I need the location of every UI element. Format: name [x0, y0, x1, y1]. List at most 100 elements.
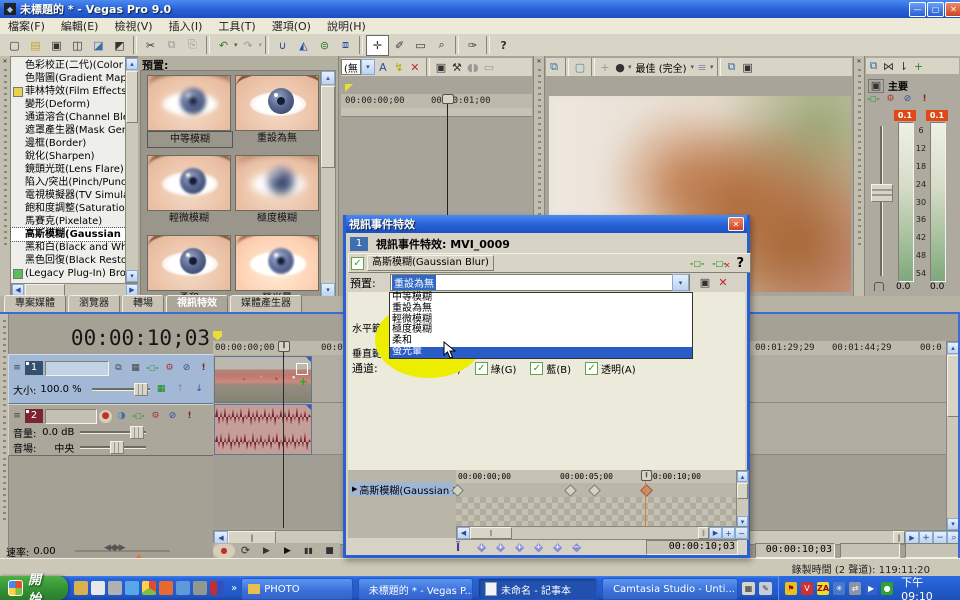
plugin-item-legacy[interactable]: (Legacy Plug-In) Broadc — [11, 267, 126, 280]
clip-indicator-right[interactable]: 0.1 — [926, 110, 948, 121]
scroll-up-icon[interactable]: ▴ — [321, 71, 335, 85]
track-1-name-field[interactable] — [45, 361, 109, 376]
close-panel-icon[interactable]: ✕ — [2, 58, 9, 65]
menu-edit[interactable]: 編輯(E) — [53, 17, 107, 35]
downmix-icon[interactable]: ⋈ — [881, 59, 896, 73]
overlays-dropdown-icon[interactable]: ▾ — [710, 63, 714, 71]
quicklaunch-folder-icon[interactable] — [74, 581, 88, 595]
invert-phase-icon[interactable]: ◑ — [114, 410, 129, 423]
plugin-item[interactable]: 飽和度調整(Saturation A — [11, 202, 126, 215]
plugin-item-gaussian-blur-selected[interactable]: 高斯模糊(Gaussian Blur) — [11, 228, 126, 241]
taskbar-item-photo[interactable]: PHOTO — [241, 578, 353, 600]
bus-solo-icon[interactable]: ! — [917, 92, 932, 105]
trimmer-frame-icon[interactable]: ▭ — [481, 58, 497, 77]
preset-slight-blur[interactable]: 輕微模糊 — [147, 155, 231, 226]
stop-button[interactable]: ■ — [319, 544, 340, 558]
track-1-number[interactable]: 1 — [25, 361, 43, 375]
keyframe-playhead-marker[interactable]: ‖ — [641, 470, 652, 481]
bus-mute-icon[interactable]: ⊘ — [900, 92, 915, 105]
plugin-item[interactable]: 鏡頭光斑(Lens Flare) — [11, 163, 126, 176]
keyframe-timecode-box[interactable]: 00:00:10;03 — [646, 540, 738, 555]
dim-output-icon[interactable]: ⇂ — [896, 59, 911, 73]
scroll-right-icon[interactable]: ▶ — [709, 527, 722, 539]
tray-volume-icon[interactable]: ● — [881, 582, 893, 595]
external-monitor-icon[interactable]: ▢ — [572, 58, 588, 77]
fx-enabled-checkbox[interactable]: ✓ — [351, 257, 364, 270]
track-solo-icon[interactable]: ! — [196, 362, 211, 375]
shuttle-handle[interactable]: ◀◀▶▶ — [104, 543, 124, 553]
dialog-close-icon[interactable]: ✕ — [728, 217, 744, 231]
dropdown-option[interactable]: 中等模糊 — [390, 293, 692, 304]
dropdown-option[interactable]: 柔和 — [390, 336, 692, 347]
tab-project-media[interactable]: 專案媒體 — [4, 295, 66, 313]
plugin-item[interactable]: 遮罩產生器(Mask Genera — [11, 124, 126, 137]
menu-file[interactable]: 檔案(F) — [0, 17, 53, 35]
keyframe-ruler[interactable]: 00:00:00;00 00:00:05;00 00:00:10;00 — [456, 470, 736, 484]
keyframe-diamond-current[interactable] — [640, 484, 653, 497]
play-from-start-button[interactable]: ▶ — [256, 544, 277, 558]
track-1-size-value[interactable]: 100.0 % — [40, 384, 81, 395]
trimmer-clear-icon[interactable]: ✕ — [407, 58, 423, 77]
track-drag-handle-icon[interactable]: ≡ — [11, 362, 23, 375]
open-in-trimmer-icon[interactable]: ◩ — [109, 36, 130, 55]
keyframe-track[interactable] — [456, 483, 736, 497]
close-button[interactable]: ✕ — [945, 2, 960, 17]
dropdown-option[interactable]: 輕微模糊 — [390, 315, 692, 326]
mixer-properties-icon[interactable]: ⧉ — [866, 59, 881, 73]
kf-hscroll-thumb[interactable]: ‖ — [470, 527, 512, 539]
close-panel-icon[interactable]: ✕ — [856, 58, 863, 65]
plugin-item[interactable]: 通道溶合(Channel Blend — [11, 111, 126, 124]
quicklaunch-document-icon[interactable] — [91, 581, 105, 595]
track-mute-icon[interactable]: ⊘ — [179, 362, 194, 375]
track-mute-icon[interactable]: ⊘ — [165, 410, 180, 423]
timeline-marker-flag[interactable] — [213, 331, 222, 340]
preview-mode-icon[interactable]: ● — [612, 58, 628, 77]
preset-fluorescent-glow[interactable]: 螢光暈 — [235, 235, 319, 296]
delete-preset-icon[interactable]: ✕ — [714, 273, 732, 292]
ignore-grouping-icon[interactable]: ⧈ — [335, 36, 356, 55]
plugin-item[interactable]: 變形(Deform) — [11, 98, 126, 111]
scroll-left-icon[interactable]: ◀ — [457, 527, 470, 539]
keyframe-diamond[interactable] — [588, 484, 601, 497]
kf-zoom-out-icon[interactable]: − — [735, 527, 748, 539]
maximize-button[interactable]: ▢ — [927, 2, 944, 17]
volume-value[interactable]: 0.0 dB — [40, 427, 74, 438]
track-fx-icon[interactable]: -□- — [131, 410, 146, 423]
automation-settings-icon[interactable]: ⚙ — [162, 362, 177, 375]
trimmer-ruler[interactable]: 00:00:00;00 00:00:01;00 — [341, 94, 532, 109]
menu-view[interactable]: 檢視(V) — [106, 17, 160, 35]
trimmer-tool-icon[interactable]: A — [375, 58, 391, 77]
bus-gear-icon[interactable]: ⚙ — [883, 92, 898, 105]
remove-plugin-icon[interactable]: -□-✕ — [712, 259, 726, 268]
quicklaunch-overflow-icon[interactable]: » — [231, 583, 237, 594]
first-keyframe-button[interactable]: ◆+ — [474, 541, 489, 554]
expander-icon[interactable]: ▶ — [352, 485, 357, 493]
start-button[interactable]: 開始 — [0, 576, 68, 600]
trimmer-history-combo[interactable]: (無 — [341, 59, 361, 75]
track-2-name-field[interactable] — [45, 409, 97, 424]
plugin-item[interactable]: 黑色回復(Black Restore) — [11, 254, 126, 267]
plugin-help-icon[interactable]: ? — [736, 256, 744, 271]
track-2-number[interactable]: 2 — [25, 409, 43, 423]
copy-snapshot-icon[interactable]: ⧉ — [724, 58, 740, 77]
volume-slider[interactable] — [80, 431, 146, 434]
clock[interactable]: 下午 09:10 — [901, 574, 954, 600]
cut-icon[interactable]: ✂ — [140, 36, 161, 55]
trimmer-save-icon[interactable]: ▣ — [433, 58, 449, 77]
menu-insert[interactable]: 插入(I) — [161, 17, 211, 35]
keyframe-hscrollbar[interactable]: ◀ ‖ ‖ ▶ + − — [456, 526, 749, 540]
save-preset-icon[interactable]: ▣ — [696, 273, 714, 292]
keyframe-vscrollbar[interactable]: ▴ ▾ — [736, 470, 749, 528]
kf-thumb-end[interactable]: ‖ — [698, 527, 709, 539]
track-fx-icon[interactable]: -□- — [145, 362, 160, 375]
trimmer-audio-icon[interactable]: ◖◗ — [465, 58, 481, 77]
scroll-down-icon[interactable]: ▾ — [126, 270, 138, 282]
tray-zonealarm-icon[interactable]: ZA — [817, 582, 829, 595]
fader-lock-icon[interactable] — [874, 282, 884, 291]
dropdown-option[interactable]: 重設為無 — [390, 304, 692, 315]
quicklaunch-ie-icon[interactable] — [125, 581, 139, 595]
plugin-item[interactable]: 邊框(Border) — [11, 137, 126, 150]
copy-icon[interactable]: ⧉ — [161, 36, 182, 55]
preset-reset-to-none[interactable]: 重設為無 — [235, 75, 319, 146]
menu-tools[interactable]: 工具(T) — [210, 17, 263, 35]
